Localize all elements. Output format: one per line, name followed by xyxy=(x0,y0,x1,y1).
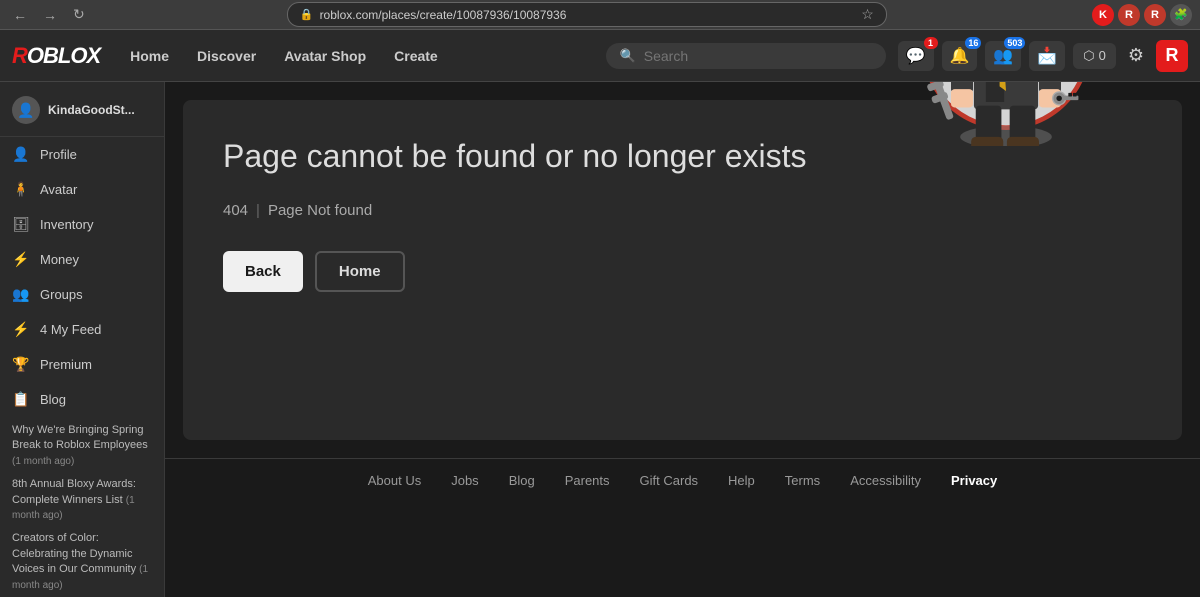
inventory-icon: 🗄 xyxy=(12,216,30,233)
error-title: Page cannot be found or no longer exists xyxy=(223,136,846,178)
sidebar-label-myfeed: 4 My Feed xyxy=(40,322,101,337)
ext-icon-k[interactable]: K xyxy=(1092,4,1114,26)
sidebar-item-premium[interactable]: 🏆 Premium xyxy=(0,347,164,382)
sidebar-label-profile: Profile xyxy=(40,147,77,162)
sidebar-item-inventory[interactable]: 🗄 Inventory xyxy=(0,207,164,242)
notif-badge: 16 xyxy=(965,37,981,49)
chat-button[interactable]: 💬 1 xyxy=(898,41,934,71)
robux-button[interactable]: ⬡ 0 xyxy=(1073,43,1116,69)
settings-button[interactable]: ⚙ xyxy=(1124,41,1148,70)
ext-icon-r[interactable]: R xyxy=(1118,4,1140,26)
nav-links: Home Discover Avatar Shop Create xyxy=(118,42,593,70)
back-button[interactable]: Back xyxy=(223,251,303,292)
home-button[interactable]: Home xyxy=(315,251,405,292)
footer-giftcards[interactable]: Gift Cards xyxy=(640,473,699,488)
premium-icon: 🏆 xyxy=(12,356,30,373)
money-icon: ⚡ xyxy=(12,251,30,268)
footer-terms[interactable]: Terms xyxy=(785,473,820,488)
url-bar[interactable]: 🔒 roblox.com/places/create/10087936/1008… xyxy=(287,2,887,27)
footer-about[interactable]: About Us xyxy=(368,473,421,488)
footer-jobs[interactable]: Jobs xyxy=(451,473,478,488)
friends-badge: 503 xyxy=(1004,37,1025,49)
sidebar-label-blog: Blog xyxy=(40,392,66,407)
error-card: Page cannot be found or no longer exists… xyxy=(183,100,1182,440)
user-avatar-button[interactable]: R xyxy=(1156,40,1188,72)
nav-action-icons: 💬 1 🔔 16 👥 503 📩 ⬡ 0 ⚙ R xyxy=(898,40,1188,72)
sidebar-item-profile[interactable]: 👤 Profile xyxy=(0,137,164,172)
footer-privacy[interactable]: Privacy xyxy=(951,473,997,488)
avatar-icon: 🧍 xyxy=(12,181,30,198)
error-divider: | xyxy=(256,202,260,219)
ext-icon-ext[interactable]: 🧩 xyxy=(1170,4,1192,26)
blog-posts-list: Why We're Bringing Spring Break to Roblo… xyxy=(0,417,164,597)
error-message: Page Not found xyxy=(268,202,372,219)
search-input[interactable] xyxy=(644,48,872,64)
myfeed-icon: ⚡ xyxy=(12,321,30,338)
blog-post-3-title: Creators of Color: Celebrating the Dynam… xyxy=(12,532,136,575)
sidebar-item-blog[interactable]: 📋 Blog xyxy=(0,382,164,417)
character-svg: ? xyxy=(916,82,1096,146)
main-content: 👤 KindaGoodSt... 👤 Profile 🧍 Avatar 🗄 In… xyxy=(0,82,1200,597)
sidebar-label-money: Money xyxy=(40,252,79,267)
error-text-area: Page cannot be found or no longer exists… xyxy=(223,136,846,292)
sidebar-label-avatar: Avatar xyxy=(40,182,77,197)
sidebar-item-avatar[interactable]: 🧍 Avatar xyxy=(0,172,164,207)
error-subtitle: 404 | Page Not found xyxy=(223,202,846,219)
page-content: Page cannot be found or no longer exists… xyxy=(165,82,1200,597)
url-text: roblox.com/places/create/10087936/100879… xyxy=(320,8,567,22)
sidebar-label-groups: Groups xyxy=(40,287,83,302)
error-buttons: Back Home xyxy=(223,251,846,292)
blog-post-1[interactable]: Why We're Bringing Spring Break to Roblo… xyxy=(12,423,152,469)
forward-button[interactable]: → xyxy=(38,5,62,25)
profile-icon: 👤 xyxy=(12,146,30,163)
sidebar-item-myfeed[interactable]: ⚡ 4 My Feed xyxy=(0,312,164,347)
friends-button[interactable]: 👥 503 xyxy=(985,41,1021,71)
robux-count: 0 xyxy=(1099,48,1106,63)
footer-blog[interactable]: Blog xyxy=(509,473,535,488)
browser-bar: ← → ↻ 🔒 roblox.com/places/create/1008793… xyxy=(0,0,1200,30)
nav-avatar-shop[interactable]: Avatar Shop xyxy=(272,42,378,70)
error-code: 404 xyxy=(223,202,248,219)
bookmark-icon[interactable]: ☆ xyxy=(861,6,874,23)
nav-discover[interactable]: Discover xyxy=(185,42,268,70)
username-label: KindaGoodSt... xyxy=(48,103,135,117)
messages-button[interactable]: 📩 xyxy=(1029,41,1065,71)
footer: About Us Jobs Blog Parents Gift Cards He… xyxy=(165,458,1200,502)
back-button[interactable]: ← xyxy=(8,5,32,25)
ext-icon-rb[interactable]: R xyxy=(1144,4,1166,26)
footer-help[interactable]: Help xyxy=(728,473,755,488)
blog-icon: 📋 xyxy=(12,391,30,408)
nav-create[interactable]: Create xyxy=(382,42,450,70)
sidebar-item-groups[interactable]: 👥 Groups xyxy=(0,277,164,312)
blog-post-2-title: 8th Annual Bloxy Awards: Complete Winner… xyxy=(12,478,136,505)
lock-icon: 🔒 xyxy=(300,8,314,21)
search-bar[interactable]: 🔍 xyxy=(606,43,886,69)
sidebar-label-inventory: Inventory xyxy=(40,217,93,232)
sidebar-item-money[interactable]: ⚡ Money xyxy=(0,242,164,277)
avatar: 👤 xyxy=(12,96,40,124)
blog-post-1-title: Why We're Bringing Spring Break to Roblo… xyxy=(12,424,148,451)
footer-accessibility[interactable]: Accessibility xyxy=(850,473,921,488)
blog-post-1-time: (1 month ago) xyxy=(12,456,74,467)
sidebar: 👤 KindaGoodSt... 👤 Profile 🧍 Avatar 🗄 In… xyxy=(0,82,165,597)
search-icon: 🔍 xyxy=(620,48,636,64)
top-navigation: ROBLOX Home Discover Avatar Shop Create … xyxy=(0,30,1200,82)
sidebar-label-premium: Premium xyxy=(40,357,92,372)
footer-parents[interactable]: Parents xyxy=(565,473,610,488)
refresh-button[interactable]: ↻ xyxy=(68,4,90,25)
blog-post-3[interactable]: Creators of Color: Celebrating the Dynam… xyxy=(12,531,152,593)
chat-badge: 1 xyxy=(924,37,938,49)
blog-post-2[interactable]: 8th Annual Bloxy Awards: Complete Winner… xyxy=(12,477,152,523)
groups-icon: 👥 xyxy=(12,286,30,303)
sidebar-user[interactable]: 👤 KindaGoodSt... xyxy=(0,86,164,137)
notifications-button[interactable]: 🔔 16 xyxy=(942,41,978,71)
extension-icons: K R R 🧩 xyxy=(1092,4,1192,26)
logo-text: ROBLOX xyxy=(12,43,100,69)
robux-icon: ⬡ xyxy=(1083,48,1094,64)
logo[interactable]: ROBLOX xyxy=(12,43,100,69)
nav-home[interactable]: Home xyxy=(118,42,181,70)
